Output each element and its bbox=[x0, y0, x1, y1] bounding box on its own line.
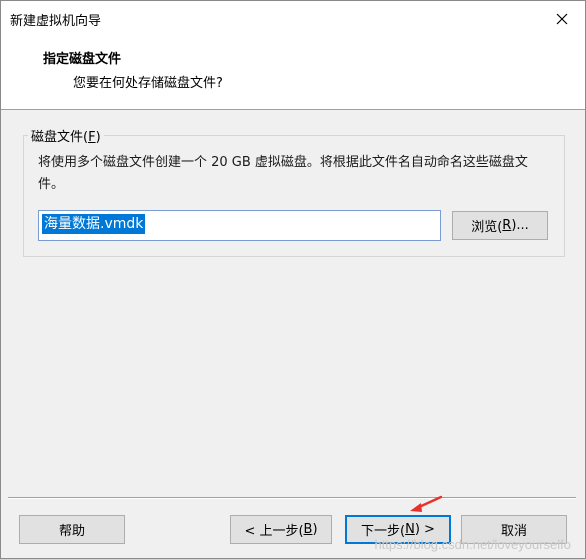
help-button[interactable]: 帮助 bbox=[19, 515, 125, 544]
disk-file-group-label: 磁盘文件(F) bbox=[28, 126, 104, 145]
close-button[interactable] bbox=[539, 1, 585, 37]
footer-separator bbox=[8, 497, 576, 499]
page-title: 指定磁盘文件 bbox=[43, 52, 122, 67]
back-button[interactable]: < 上一步(B) bbox=[230, 515, 332, 544]
close-icon bbox=[556, 13, 568, 25]
annotation-arrow-icon bbox=[410, 495, 443, 512]
wizard-header: 指定磁盘文件 您要在何处存储磁盘文件? bbox=[1, 37, 585, 110]
page-subtitle: 您要在何处存储磁盘文件? bbox=[73, 76, 223, 91]
wizard-window: 新建虚拟机向导 指定磁盘文件 您要在何处存储磁盘文件? 磁盘文件(F) 将使用多… bbox=[0, 0, 586, 559]
window-title: 新建虚拟机向导 bbox=[10, 14, 102, 29]
disk-file-description: 将使用多个磁盘文件创建一个 20 GB 虚拟磁盘。将根据此文件名自动命名这些磁盘… bbox=[38, 155, 528, 192]
title-bar: 新建虚拟机向导 bbox=[1, 1, 585, 37]
selected-text: 海量数据.vmdk bbox=[42, 214, 146, 234]
disk-file-path-input[interactable]: 海量数据.vmdk bbox=[38, 210, 441, 241]
watermark: https://blog.csdn.net/loveyourselfo bbox=[374, 537, 571, 552]
browse-button[interactable]: 浏览(R)... bbox=[452, 211, 548, 240]
